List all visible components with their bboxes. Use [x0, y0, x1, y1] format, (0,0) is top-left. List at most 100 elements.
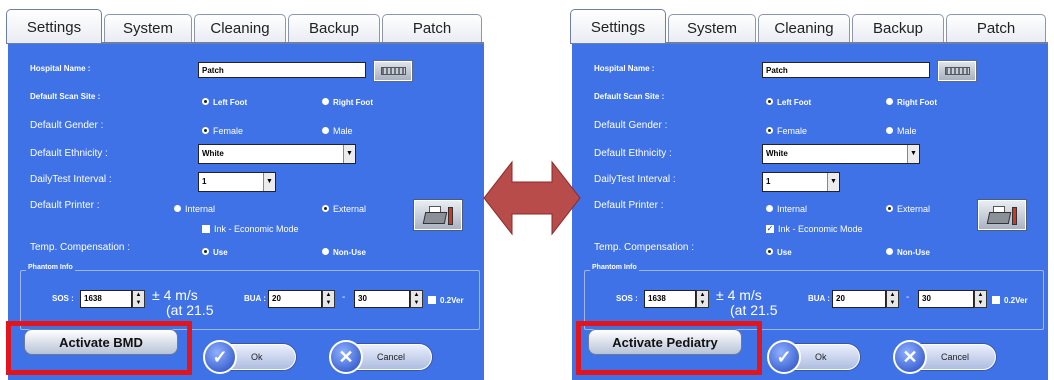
sos-spinbox[interactable]: 1638 ▲ ▼: [80, 290, 145, 308]
printer-settings-icon[interactable]: [978, 200, 1026, 230]
tab-bar: Settings System Cleaning Backup Patch: [570, 8, 1048, 46]
gender-label: Default Gender :: [30, 120, 104, 131]
ink-economic-checkbox[interactable]: ✓ Ink - Economic Mode: [766, 224, 863, 234]
ok-label: Ok: [815, 352, 827, 362]
ethnicity-value: White: [202, 149, 224, 158]
sos-tolerance: ± 4 m/s (at 21.5: [152, 288, 213, 318]
ok-button[interactable]: ✓ Ok: [203, 340, 296, 374]
tab-backup[interactable]: Backup: [852, 14, 944, 42]
dailytest-select[interactable]: 1 ▼: [198, 172, 276, 192]
radio-empty-icon: [174, 205, 181, 213]
radio-empty-icon: [322, 127, 329, 135]
ink-economic-checkbox[interactable]: Ink - Economic Mode: [202, 224, 299, 234]
scan-site-label: Default Scan Site :: [30, 92, 101, 101]
ink-economic-label: Ink - Economic Mode: [214, 224, 299, 234]
radio-right-foot[interactable]: Right Foot: [886, 98, 937, 107]
right-foot-label: Right Foot: [333, 98, 373, 107]
female-label: Female: [213, 126, 244, 136]
hospital-name-input[interactable]: Patch: [762, 62, 930, 78]
highlight-box: [6, 321, 192, 375]
radio-internal[interactable]: Internal: [174, 204, 215, 214]
cancel-button[interactable]: ✕ Cancel: [893, 340, 996, 374]
radio-external[interactable]: External: [886, 204, 930, 214]
sos-label: SOS :: [616, 294, 638, 303]
radio-left-foot[interactable]: Left Foot: [202, 98, 247, 107]
spin-arrows-icon[interactable]: ▲ ▼: [974, 290, 987, 308]
tab-bar: Settings System Cleaning Backup Patch: [6, 8, 484, 46]
dropdown-arrow-icon[interactable]: ▼: [263, 173, 275, 191]
non-use-label: Non-Use: [333, 248, 366, 257]
cancel-button[interactable]: ✕ Cancel: [329, 340, 432, 374]
radio-non-use[interactable]: Non-Use: [322, 248, 366, 257]
dropdown-arrow-icon[interactable]: ▼: [343, 145, 355, 163]
tab-settings[interactable]: Settings: [6, 9, 102, 43]
phantom-info-legend: Phantom Info: [590, 264, 639, 271]
radio-external[interactable]: External: [322, 204, 366, 214]
tab-cleaning[interactable]: Cleaning: [758, 14, 850, 42]
dropdown-arrow-icon[interactable]: ▼: [827, 173, 839, 191]
x-icon: ✕: [329, 340, 363, 374]
tab-backup[interactable]: Backup: [288, 14, 380, 42]
bua-max-spinbox[interactable]: 30 ▲ ▼: [918, 290, 987, 308]
bua-min-spinbox[interactable]: 20 ▲ ▼: [832, 290, 899, 308]
radio-empty-icon: [322, 98, 329, 106]
left-foot-label: Left Foot: [213, 98, 248, 107]
radio-empty-icon: [766, 205, 773, 213]
sos-label: SOS :: [52, 294, 74, 303]
radio-use[interactable]: Use: [766, 248, 792, 257]
spin-arrows-icon[interactable]: ▲ ▼: [410, 290, 423, 308]
radio-male[interactable]: Male: [886, 126, 917, 136]
printer-settings-icon[interactable]: [414, 200, 462, 230]
radio-female[interactable]: Female: [202, 126, 243, 136]
checkbox-checked-icon: ✓: [766, 223, 774, 233]
ver-label: 0.2Ver: [1004, 296, 1028, 305]
tab-system[interactable]: System: [104, 14, 192, 42]
tab-patch[interactable]: Patch: [946, 14, 1046, 42]
checkmark-icon: ✓: [203, 340, 237, 374]
tab-cleaning[interactable]: Cleaning: [194, 14, 286, 42]
bua-min-spinbox[interactable]: 20 ▲ ▼: [268, 290, 335, 308]
radio-selected-icon: [322, 205, 329, 213]
ethnicity-value: White: [766, 149, 788, 158]
sos-spinbox[interactable]: 1638 ▲ ▼: [644, 290, 709, 308]
highlight-box: [576, 321, 762, 375]
dailytest-select[interactable]: 1 ▼: [762, 172, 840, 192]
radio-non-use[interactable]: Non-Use: [886, 248, 930, 257]
radio-selected-icon: [202, 127, 209, 135]
spin-arrows-icon[interactable]: ▲ ▼: [886, 290, 899, 308]
ver-checkbox[interactable]: 0.2Ver: [992, 295, 1028, 305]
spin-arrows-icon[interactable]: ▲ ▼: [132, 290, 145, 308]
right-foot-label: Right Foot: [897, 98, 937, 107]
hospital-name-input[interactable]: Patch: [198, 62, 366, 78]
external-label: External: [333, 204, 367, 214]
dropdown-arrow-icon[interactable]: ▼: [907, 145, 919, 163]
tab-system[interactable]: System: [668, 14, 756, 42]
ver-label: 0.2Ver: [440, 296, 464, 305]
ok-button[interactable]: ✓ Ok: [767, 340, 860, 374]
ethnicity-label: Default Ethnicity :: [30, 148, 108, 159]
tab-settings[interactable]: Settings: [570, 9, 666, 43]
radio-internal[interactable]: Internal: [766, 204, 807, 214]
ver-checkbox[interactable]: 0.2Ver: [428, 295, 464, 305]
tab-patch[interactable]: Patch: [382, 14, 482, 42]
settings-panel: Hospital Name : Patch Default Scan Site …: [572, 44, 1048, 380]
keyboard-icon[interactable]: [938, 61, 976, 81]
bua-dash: -: [906, 292, 910, 303]
radio-right-foot[interactable]: Right Foot: [322, 98, 373, 107]
spin-arrows-icon[interactable]: ▲ ▼: [322, 290, 335, 308]
radio-left-foot[interactable]: Left Foot: [766, 98, 811, 107]
radio-female[interactable]: Female: [766, 126, 807, 136]
radio-male[interactable]: Male: [322, 126, 353, 136]
scan-site-label: Default Scan Site :: [594, 92, 665, 101]
checkbox-icon: [202, 224, 210, 233]
radio-use[interactable]: Use: [202, 248, 228, 257]
checkbox-icon: [428, 295, 436, 304]
spin-arrows-icon[interactable]: ▲ ▼: [696, 290, 709, 308]
ink-economic-label: Ink - Economic Mode: [778, 224, 863, 234]
tolerance-line1: ± 4 m/s: [716, 287, 762, 303]
keyboard-icon[interactable]: [374, 61, 412, 81]
tolerance-line1: ± 4 m/s: [152, 287, 198, 303]
ethnicity-select[interactable]: White ▼: [762, 144, 920, 164]
ethnicity-select[interactable]: White ▼: [198, 144, 356, 164]
bua-max-spinbox[interactable]: 30 ▲ ▼: [354, 290, 423, 308]
